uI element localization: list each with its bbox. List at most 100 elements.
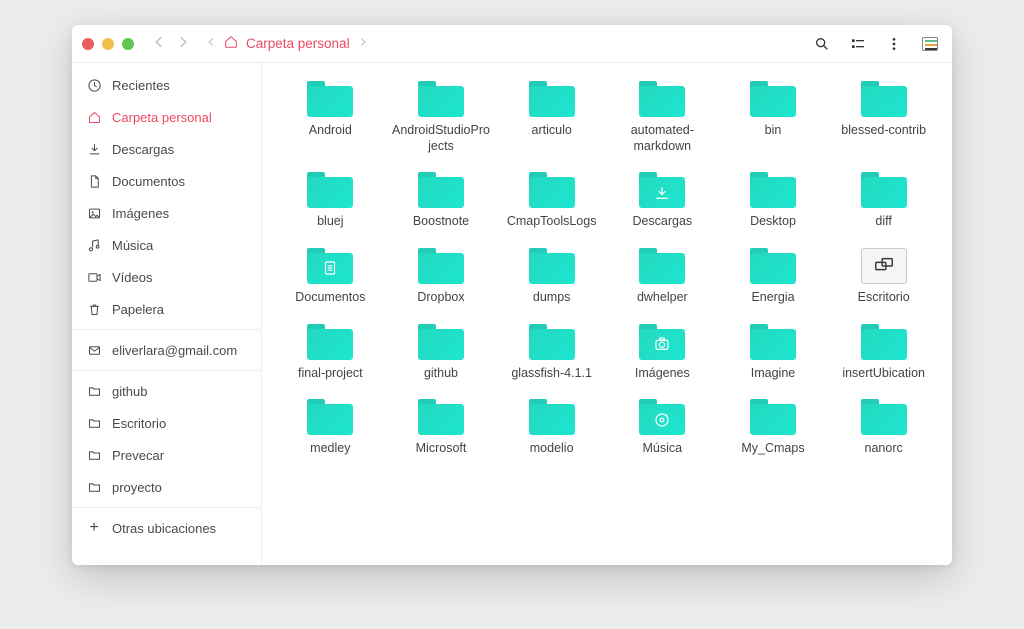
file-item[interactable]: dwhelper <box>612 248 713 306</box>
file-item[interactable]: Energia <box>723 248 824 306</box>
sidebar-item-label: Recientes <box>112 78 170 93</box>
home-icon <box>224 35 238 52</box>
sidebar-bookmark-2[interactable]: Prevecar <box>72 439 261 471</box>
titlebar: Carpeta personal <box>72 25 952 63</box>
sidebar-other-locations[interactable]: +Otras ubicaciones <box>72 512 261 544</box>
file-item[interactable]: nanorc <box>833 399 934 457</box>
home-icon <box>86 109 102 125</box>
file-item[interactable]: Escritorio <box>833 248 934 306</box>
file-item[interactable]: diff <box>833 172 934 230</box>
video-icon <box>86 269 102 285</box>
file-label: insertUbication <box>842 366 925 382</box>
sidebar-item-label: github <box>112 384 147 399</box>
sidebar-item-label: Descargas <box>112 142 174 157</box>
menu-button[interactable] <box>886 36 902 52</box>
minimize-window-button[interactable] <box>102 38 114 50</box>
sidebar-item-3[interactable]: Documentos <box>72 165 261 197</box>
sidebar-item-label: Papelera <box>112 302 164 317</box>
file-item[interactable]: Descargas <box>612 172 713 230</box>
file-item[interactable]: Boostnote <box>391 172 492 230</box>
file-item[interactable]: medley <box>280 399 381 457</box>
file-item[interactable]: Documentos <box>280 248 381 306</box>
sidebar-item-label: Otras ubicaciones <box>112 521 216 536</box>
sidebar-item-label: Documentos <box>112 174 185 189</box>
file-item[interactable]: Android <box>280 81 381 154</box>
file-label: Documentos <box>295 290 365 306</box>
file-item[interactable]: insertUbication <box>833 324 934 382</box>
maximize-window-button[interactable] <box>122 38 134 50</box>
file-item[interactable]: modelio <box>501 399 602 457</box>
app-drawer-icon[interactable] <box>922 36 938 52</box>
file-label: Desktop <box>750 214 796 230</box>
view-list-button[interactable] <box>850 36 866 52</box>
file-item[interactable]: final-project <box>280 324 381 382</box>
sidebar-bookmark-3[interactable]: proyecto <box>72 471 261 503</box>
file-label: bluej <box>317 214 343 230</box>
file-item[interactable]: automated-markdown <box>612 81 713 154</box>
back-button[interactable] <box>152 35 166 52</box>
folder-icon <box>861 81 907 117</box>
sidebar-separator <box>72 507 261 508</box>
forward-button[interactable] <box>176 35 190 52</box>
file-item[interactable]: Imágenes <box>612 324 713 382</box>
close-window-button[interactable] <box>82 38 94 50</box>
file-label: final-project <box>298 366 363 382</box>
file-item[interactable]: articulo <box>501 81 602 154</box>
file-item[interactable]: Imagine <box>723 324 824 382</box>
sidebar-item-label: proyecto <box>112 480 162 495</box>
sidebar-item-2[interactable]: Descargas <box>72 133 261 165</box>
folder-icon <box>418 81 464 117</box>
file-label: Descargas <box>632 214 692 230</box>
file-item[interactable]: bin <box>723 81 824 154</box>
file-item[interactable]: Dropbox <box>391 248 492 306</box>
sidebar-bookmark-0[interactable]: github <box>72 375 261 407</box>
file-label: Dropbox <box>417 290 464 306</box>
document-icon <box>86 173 102 189</box>
folder-icon <box>750 324 796 360</box>
folder-icon <box>639 399 685 435</box>
sidebar-item-6[interactable]: Vídeos <box>72 261 261 293</box>
sidebar-item-1[interactable]: Carpeta personal <box>72 101 261 133</box>
folder-icon <box>307 248 353 284</box>
music-overlay-icon <box>639 404 685 435</box>
file-view[interactable]: AndroidAndroidStudioProjects articulo auto… <box>262 63 952 565</box>
search-button[interactable] <box>814 36 830 52</box>
file-label: CmapToolsLogs <box>507 214 597 230</box>
sidebar-account[interactable]: eliverlara@gmail.com <box>72 334 261 366</box>
file-item[interactable]: dumps <box>501 248 602 306</box>
file-item[interactable]: glassfish-4.1.1 <box>501 324 602 382</box>
sidebar-item-0[interactable]: Recientes <box>72 69 261 101</box>
file-grid: AndroidAndroidStudioProjects articulo auto… <box>280 81 934 457</box>
sidebar-item-4[interactable]: Imágenes <box>72 197 261 229</box>
file-label: blessed-contrib <box>841 123 926 139</box>
file-label: Imágenes <box>635 366 690 382</box>
file-label: nanorc <box>865 441 903 457</box>
file-label: dumps <box>533 290 571 306</box>
file-label: bin <box>765 123 782 139</box>
file-label: automated-markdown <box>612 123 712 154</box>
file-item[interactable]: bluej <box>280 172 381 230</box>
sidebar-bookmark-1[interactable]: Escritorio <box>72 407 261 439</box>
file-item[interactable]: github <box>391 324 492 382</box>
file-label: articulo <box>532 123 572 139</box>
file-label: modelio <box>530 441 574 457</box>
breadcrumb[interactable]: Carpeta personal <box>206 35 368 52</box>
folder-icon <box>86 415 102 431</box>
file-label: medley <box>310 441 350 457</box>
folder-icon <box>307 172 353 208</box>
file-item[interactable]: My_Cmaps <box>723 399 824 457</box>
file-item[interactable]: AndroidStudioProjects <box>391 81 492 154</box>
sidebar-item-7[interactable]: Papelera <box>72 293 261 325</box>
file-item[interactable]: Desktop <box>723 172 824 230</box>
sidebar: Recientes Carpeta personal Descargas Docume… <box>72 63 262 565</box>
file-item[interactable]: CmapToolsLogs <box>501 172 602 230</box>
trash-icon <box>86 301 102 317</box>
file-item[interactable]: Música <box>612 399 713 457</box>
folder-icon <box>750 81 796 117</box>
file-item[interactable]: Microsoft <box>391 399 492 457</box>
folder-icon <box>639 81 685 117</box>
sidebar-item-label: Prevecar <box>112 448 164 463</box>
sidebar-item-5[interactable]: Música <box>72 229 261 261</box>
file-item[interactable]: blessed-contrib <box>833 81 934 154</box>
folder-icon <box>750 399 796 435</box>
